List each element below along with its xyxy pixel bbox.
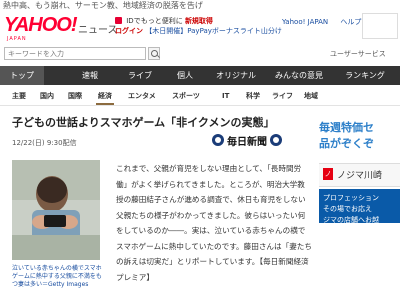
category-domestic[interactable]: 国内 <box>40 87 54 105</box>
category-sports[interactable]: スポーツ <box>172 87 200 105</box>
pro-ad-line2: その場でお応え <box>323 205 372 213</box>
article-date: 12/22(日) 9:30配信 <box>12 139 77 147</box>
search-row: キーワードを入力 ユーザーサービス <box>0 47 400 64</box>
mainichi-emblem-icon-right <box>270 134 282 146</box>
paypay-promo-link[interactable]: 【木日開催】PayPayボーナスライト山分け <box>145 27 282 35</box>
login-promo: IDでもっと便利に 新規取得 ログイン 【木日開催】PayPayボーナスライト山… <box>115 16 282 36</box>
nav-item-original[interactable]: オリジナル <box>210 66 262 85</box>
category-entertainment[interactable]: エンタメ <box>128 87 156 105</box>
article-photo[interactable] <box>12 160 100 260</box>
category-economy[interactable]: 経済 <box>96 87 114 105</box>
yahoo-japan-link[interactable]: Yahoo! JAPAN <box>282 18 328 26</box>
nav-item-individual[interactable]: 個人 <box>170 66 200 85</box>
category-science[interactable]: 科学 <box>246 87 260 105</box>
news-section-label[interactable]: ニュース <box>78 21 118 36</box>
search-icon[interactable] <box>148 47 160 60</box>
yahoo-logo[interactable]: YAHOO! <box>4 14 78 36</box>
nav-item-ranking[interactable]: ランキング <box>338 66 392 85</box>
media-name: 毎日新聞 <box>227 136 267 148</box>
category-it[interactable]: IT <box>222 87 229 105</box>
article-body: これまで、父親が育児をしない理由として、「長時間労働」がよく挙げられてきました。… <box>116 164 312 282</box>
nav-item-opinions[interactable]: みんなの意見 <box>268 66 330 85</box>
help-link[interactable]: ヘルプ <box>340 18 361 26</box>
site-header: YAHOO! JAPAN ニュース IDでもっと便利に 新規取得 ログイン 【木… <box>0 11 400 42</box>
nav-item-top[interactable]: トップ <box>0 66 44 85</box>
photo-caption[interactable]: 泣いている赤ちゃんの横でスマホゲームに熱中する父親に不満をもつ妻は多い＝Gett… <box>12 265 104 289</box>
sale-ad-line1: 毎週特価セ <box>319 121 374 134</box>
header-ad-box[interactable] <box>362 13 398 39</box>
pro-ad-line3: ジマの店舗へお越 <box>323 216 379 223</box>
nav-item-breaking[interactable]: 速報 <box>72 66 108 85</box>
header-links: Yahoo! JAPAN ヘルプ <box>282 17 371 27</box>
top-headline-strip[interactable]: 熱中高、もう崩れ、サーモン教、地域経済の脱落を告げ <box>0 0 400 11</box>
category-local[interactable]: 地域 <box>304 87 318 105</box>
mainichi-logo[interactable]: 毎日新聞 <box>212 133 282 148</box>
mainichi-emblem-icon <box>212 134 224 146</box>
nojima-logo-icon: ノ <box>323 168 333 180</box>
id-icon <box>115 17 122 24</box>
nojima-ad-text: ノジマ川崎 <box>337 171 383 181</box>
promo-text: IDでもっと便利に <box>126 17 183 25</box>
sale-ad-line2: 品がぞくぞ <box>319 137 374 150</box>
pro-ad-line1: プロフェッション <box>323 194 379 202</box>
nojima-ad-banner[interactable]: ノ ノジマ川崎 <box>319 163 400 187</box>
category-main[interactable]: 主要 <box>12 87 26 105</box>
signup-link[interactable]: 新規取得 <box>185 17 213 25</box>
search-input[interactable]: キーワードを入力 <box>4 47 146 60</box>
article-title: 子どもの世話よりスマホゲーム「非イクメンの実態」 <box>12 116 275 129</box>
sidebar-ads: 毎週特価セ 品がぞくぞ ノ ノジマ川崎 プロフェッション その場でお応え ジマの… <box>319 105 400 300</box>
category-life[interactable]: ライフ <box>272 87 293 105</box>
sale-ad-banner[interactable]: 毎週特価セ 品がぞくぞ <box>319 113 400 163</box>
nav-item-live[interactable]: ライブ <box>118 66 162 85</box>
category-nav: 主要 国内 国際 経済 エンタメ スポーツ IT 科学 ライフ 地域 <box>0 87 400 106</box>
yahoo-logo-sub: JAPAN <box>7 36 27 42</box>
father-playing-phone-photo <box>12 160 100 260</box>
user-service-link[interactable]: ユーザーサービス <box>330 49 386 59</box>
category-international[interactable]: 国際 <box>68 87 82 105</box>
login-link[interactable]: ログイン <box>115 27 143 35</box>
main-nav: トップ 速報 ライブ 個人 オリジナル みんなの意見 ランキング <box>0 66 400 85</box>
pro-service-ad-banner[interactable]: プロフェッション その場でお応え ジマの店舗へお越 <box>319 189 400 223</box>
